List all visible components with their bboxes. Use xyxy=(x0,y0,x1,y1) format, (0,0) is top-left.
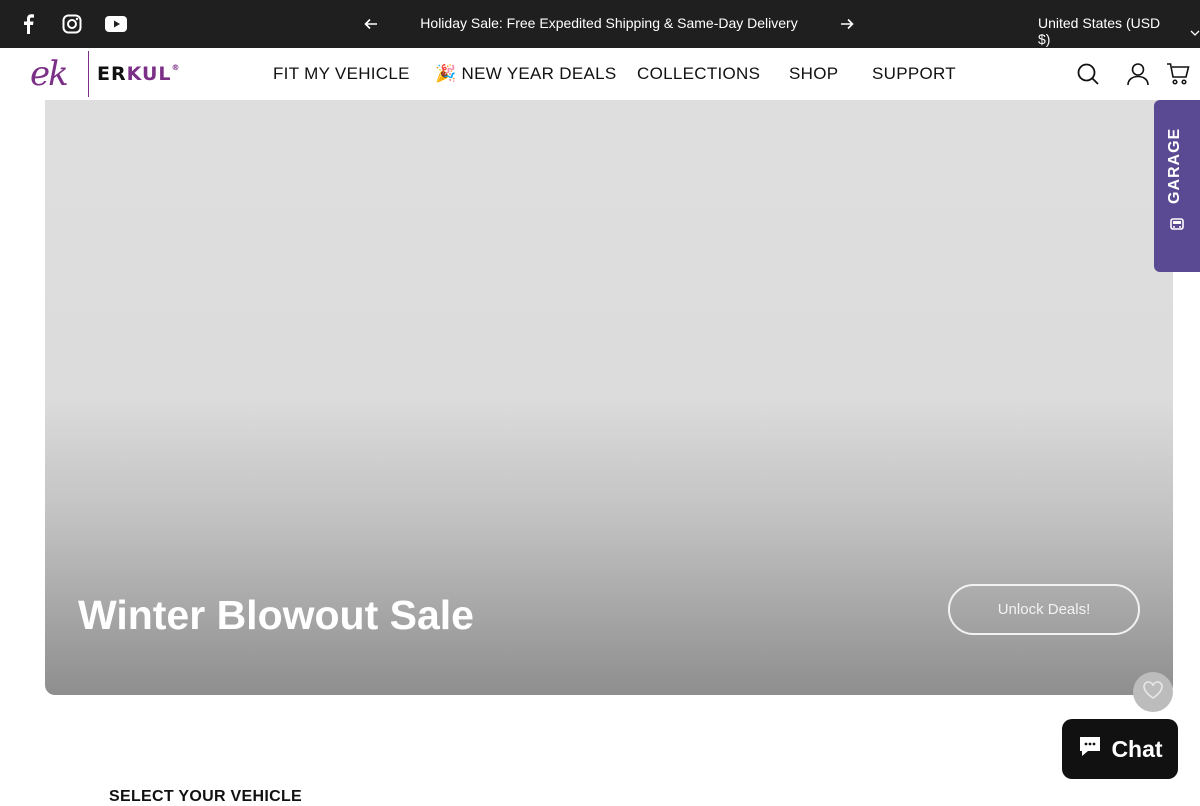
currency-label: United States (USD $) xyxy=(1038,15,1161,47)
select-vehicle-heading: SELECT YOUR VEHICLE xyxy=(109,788,302,805)
hero-banner: Winter Blowout Sale Unlock Deals! xyxy=(45,100,1173,695)
chat-bubble-icon xyxy=(1077,733,1103,765)
search-icon[interactable] xyxy=(1074,60,1102,88)
logo-divider xyxy=(88,51,89,97)
announcement-text: Holiday Sale: Free Expedited Shipping & … xyxy=(420,15,798,31)
previous-announcement-button[interactable] xyxy=(361,14,381,34)
nav-new-year-deals[interactable]: 🎉 NEW YEAR DEALS xyxy=(435,64,617,84)
cart-icon[interactable] xyxy=(1164,60,1192,88)
chevron-down-icon xyxy=(1190,23,1200,39)
chat-button[interactable]: Chat xyxy=(1062,719,1178,779)
wishlist-button[interactable] xyxy=(1133,672,1173,712)
garage-label: GARAGE xyxy=(1166,127,1183,204)
nav-collections[interactable]: COLLECTIONS xyxy=(637,64,760,84)
instagram-icon[interactable] xyxy=(60,12,84,36)
account-icon[interactable] xyxy=(1124,60,1152,88)
garage-tab[interactable]: GARAGE xyxy=(1154,100,1200,272)
next-announcement-button[interactable] xyxy=(837,14,857,34)
facebook-icon[interactable] xyxy=(16,12,40,36)
heart-icon xyxy=(1143,680,1163,704)
logo-wordmark: ERKUL® xyxy=(97,63,181,85)
hero-title: Winter Blowout Sale xyxy=(78,592,474,638)
youtube-icon[interactable] xyxy=(104,12,128,36)
nav-fit-my-vehicle[interactable]: FIT MY VEHICLE xyxy=(273,64,410,84)
car-icon xyxy=(1169,216,1185,232)
announcement-bar: Holiday Sale: Free Expedited Shipping & … xyxy=(0,0,1200,48)
currency-selector[interactable]: United States (USD $) xyxy=(1038,15,1200,47)
logo-script: ek xyxy=(30,54,69,94)
nav-shop[interactable]: SHOP xyxy=(789,64,838,84)
unlock-deals-button[interactable]: Unlock Deals! xyxy=(948,584,1140,635)
chat-label: Chat xyxy=(1111,735,1163,762)
site-header: ek ERKUL® FIT MY VEHICLE 🎉 NEW YEAR DEAL… xyxy=(0,48,1200,100)
erkul-logo[interactable]: ek ERKUL® xyxy=(30,51,194,97)
nav-support[interactable]: SUPPORT xyxy=(872,64,956,84)
